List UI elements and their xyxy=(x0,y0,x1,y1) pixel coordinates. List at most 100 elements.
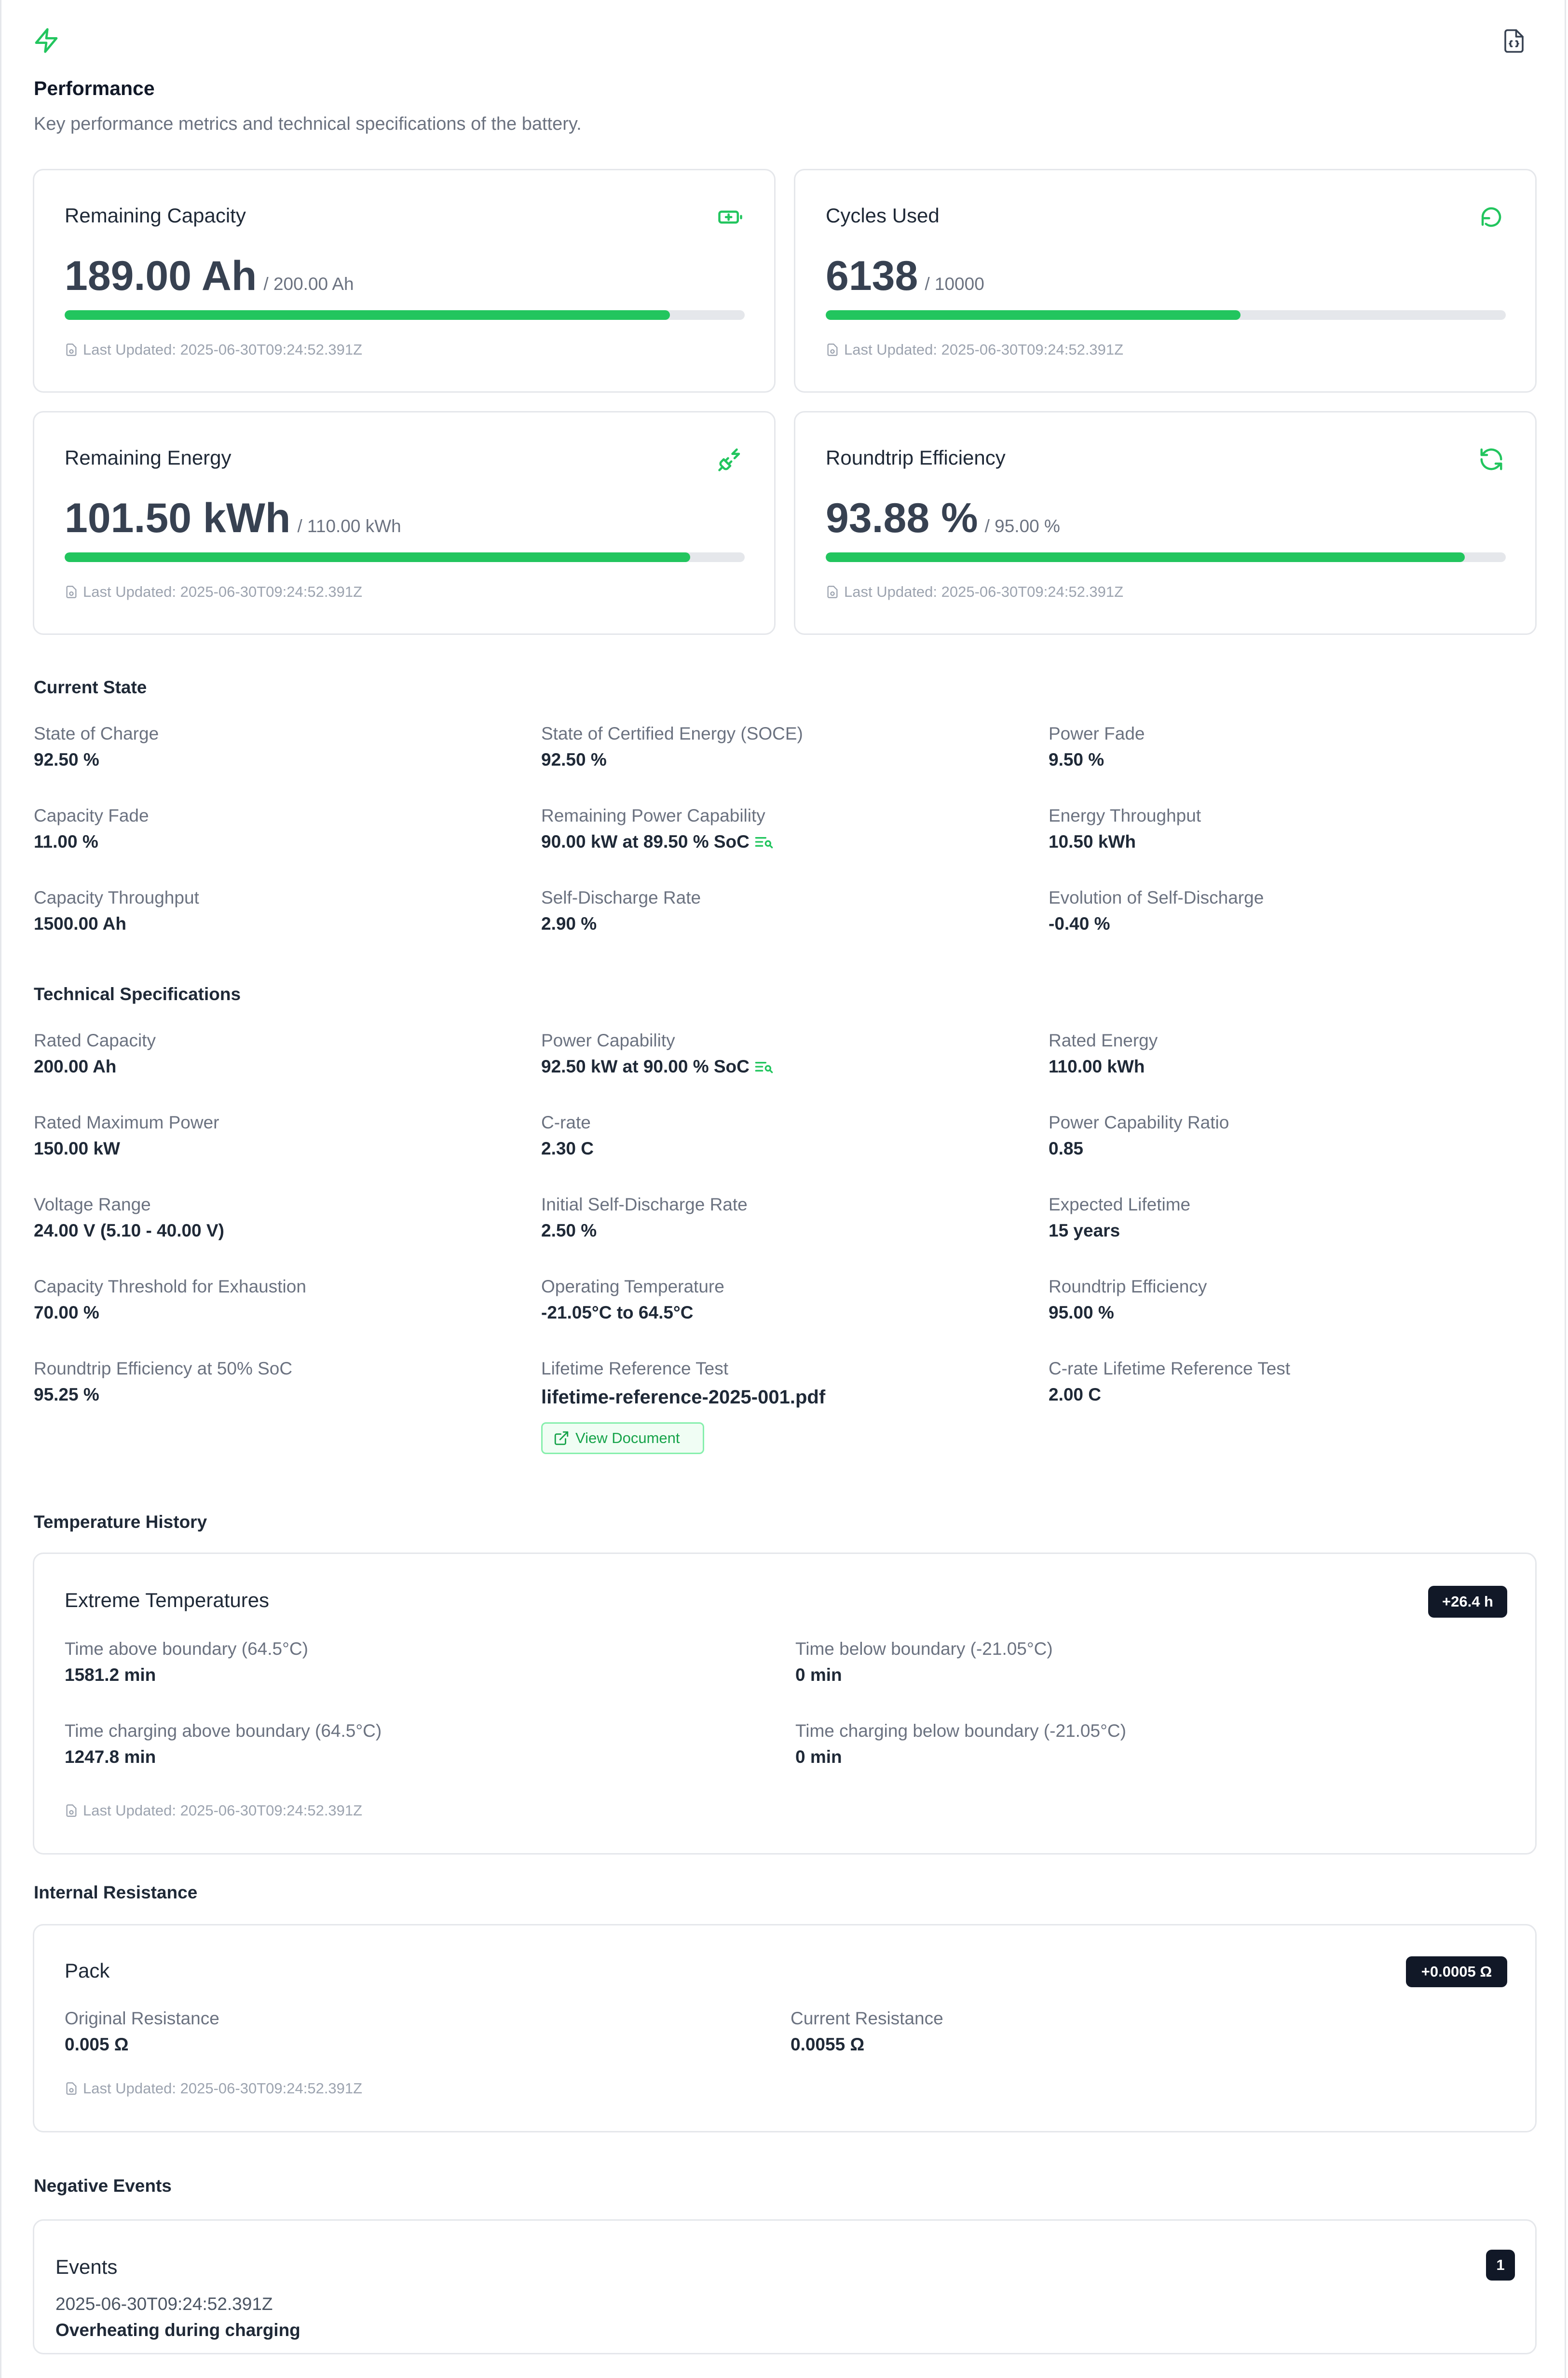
progress-bar xyxy=(65,552,745,562)
metric-card-roundtrip-efficiency: Roundtrip Efficiency 93.88 %/ 95.00 % La… xyxy=(794,411,1537,635)
field-value: 9.50 % xyxy=(1049,750,1104,770)
pack-resistance-card: Pack +0.0005 Ω Original Resistance 0.005… xyxy=(33,1924,1537,2132)
progress-bar xyxy=(826,310,1506,320)
file-clock-icon xyxy=(65,585,78,599)
extreme-temperatures-card: Extreme Temperatures +26.4 h Time above … xyxy=(33,1553,1537,1855)
metric-card-remaining-energy: Remaining Energy 101.50 kWh/ 110.00 kWh … xyxy=(33,411,776,635)
field-label: Rated Maximum Power xyxy=(34,1113,219,1132)
field-label: Time charging below boundary (-21.05°C) xyxy=(795,1721,1126,1741)
metric-max: / 10000 xyxy=(925,274,984,294)
field-label: Evolution of Self-Discharge xyxy=(1049,888,1264,907)
field-label: Operating Temperature xyxy=(541,1277,724,1296)
field-label: Time charging above boundary (64.5°C) xyxy=(65,1721,382,1741)
metric-value: 93.88 %/ 95.00 % xyxy=(826,495,1060,541)
metric-max: / 110.00 kWh xyxy=(297,516,401,536)
field-label: Capacity Throughput xyxy=(34,888,199,907)
metric-max: / 200.00 Ah xyxy=(263,274,354,294)
field-label: C-rate xyxy=(541,1113,591,1132)
field-label: Self-Discharge Rate xyxy=(541,888,701,907)
field-label: Original Resistance xyxy=(65,2008,219,2028)
metric-value: 189.00 Ah/ 200.00 Ah xyxy=(65,253,354,299)
external-link-icon xyxy=(553,1430,570,1446)
details-list-icon[interactable] xyxy=(754,835,774,849)
section-title-negative-events: Negative Events xyxy=(34,2176,172,2196)
field-value: 11.00 % xyxy=(34,832,98,852)
field-label: State of Certified Energy (SOCE) xyxy=(541,724,803,743)
progress-bar xyxy=(826,552,1506,562)
section-title-current-state: Current State xyxy=(34,677,147,697)
field-value: -21.05°C to 64.5°C xyxy=(541,1303,694,1322)
field-value: 2.00 C xyxy=(1049,1385,1102,1404)
field-value: 2.30 C xyxy=(541,1139,594,1158)
progress-fill xyxy=(826,310,1241,320)
document-filename: lifetime-reference-2025-001.pdf xyxy=(541,1387,826,1408)
section-title-internal-resistance: Internal Resistance xyxy=(34,1883,198,1902)
field-value: 95.25 % xyxy=(34,1385,99,1404)
field-label: Initial Self-Discharge Rate xyxy=(541,1195,748,1214)
field-label: Remaining Power Capability xyxy=(541,806,765,825)
field-label: State of Charge xyxy=(34,724,159,743)
performance-panel: Performance Key performance metrics and … xyxy=(0,0,1568,2378)
field-value: 95.00 % xyxy=(1049,1303,1114,1322)
field-label: Current Resistance xyxy=(791,2008,943,2028)
field-label: Power Fade xyxy=(1049,724,1145,743)
field-value: 200.00 Ah xyxy=(34,1057,117,1076)
progress-fill xyxy=(65,552,691,562)
refresh-cw-icon xyxy=(1478,446,1504,472)
progress-fill xyxy=(65,310,670,320)
field-label: Time below boundary (-21.05°C) xyxy=(795,1639,1053,1659)
field-value: 90.00 kW at 89.50 % SoC xyxy=(541,832,774,852)
view-document-button[interactable]: View Document xyxy=(541,1422,704,1454)
field-label: Rated Energy xyxy=(1049,1031,1158,1050)
metric-card-cycles-used: Cycles Used 6138/ 10000 Last Updated: 20… xyxy=(794,169,1537,393)
field-value: -0.40 % xyxy=(1049,914,1110,934)
field-label: Capacity Threshold for Exhaustion xyxy=(34,1277,306,1296)
field-label: Power Capability xyxy=(541,1031,675,1050)
field-label: Rated Capacity xyxy=(34,1031,156,1050)
metric-max: / 95.00 % xyxy=(984,516,1060,536)
card-title: Extreme Temperatures xyxy=(65,1589,270,1611)
field-value: 0.0055 Ω xyxy=(791,2034,865,2054)
duration-badge: +26.4 h xyxy=(1428,1586,1507,1618)
details-list-icon[interactable] xyxy=(754,1059,774,1074)
card-title: Events xyxy=(55,2255,118,2278)
field-value: 70.00 % xyxy=(34,1303,99,1322)
field-value: 150.00 kW xyxy=(34,1139,120,1158)
page-subtitle: Key performance metrics and technical sp… xyxy=(34,114,582,134)
section-title-temperature-history: Temperature History xyxy=(34,1512,207,1532)
field-value: 1247.8 min xyxy=(65,1747,156,1767)
battery-plus-icon xyxy=(717,204,743,230)
field-label: Lifetime Reference Test xyxy=(541,1359,729,1378)
field-label: Roundtrip Efficiency xyxy=(1049,1277,1207,1296)
field-value: 15 years xyxy=(1049,1221,1120,1240)
json-file-icon[interactable] xyxy=(1501,27,1527,55)
field-label: Capacity Fade xyxy=(34,806,149,825)
page-title: Performance xyxy=(34,77,155,99)
last-updated: Last Updated: 2025-06-30T09:24:52.391Z xyxy=(65,341,362,358)
section-title-technical-specifications: Technical Specifications xyxy=(34,984,241,1004)
field-label: Expected Lifetime xyxy=(1049,1195,1191,1214)
event-timestamp: 2025-06-30T09:24:52.391Z xyxy=(55,2294,273,2314)
field-value: 92.50 % xyxy=(541,750,607,770)
field-value: 92.50 kW at 90.00 % SoC xyxy=(541,1057,774,1077)
file-clock-icon xyxy=(65,343,78,357)
field-value: 1500.00 Ah xyxy=(34,914,126,934)
resistance-delta-badge: +0.0005 Ω xyxy=(1406,1956,1507,1987)
metric-label: Cycles Used xyxy=(826,204,940,227)
field-value: 24.00 V (5.10 - 40.00 V) xyxy=(34,1221,224,1240)
last-updated: Last Updated: 2025-06-30T09:24:52.391Z xyxy=(65,1802,362,1819)
file-clock-icon xyxy=(826,585,839,599)
metric-value: 101.50 kWh/ 110.00 kWh xyxy=(65,495,401,541)
file-clock-icon xyxy=(826,343,839,357)
metric-label: Remaining Energy xyxy=(65,446,232,469)
event-description: Overheating during charging xyxy=(55,2320,300,2340)
plug-zap-icon xyxy=(717,446,743,472)
events-count-badge: 1 xyxy=(1486,2250,1515,2281)
last-updated: Last Updated: 2025-06-30T09:24:52.391Z xyxy=(65,583,362,601)
file-clock-icon xyxy=(65,1803,78,1818)
field-value: 0 min xyxy=(795,1665,842,1685)
field-label: Roundtrip Efficiency at 50% SoC xyxy=(34,1359,293,1378)
field-value: 10.50 kWh xyxy=(1049,832,1136,852)
field-value: 2.50 % xyxy=(541,1221,597,1240)
last-updated: Last Updated: 2025-06-30T09:24:52.391Z xyxy=(826,583,1123,601)
